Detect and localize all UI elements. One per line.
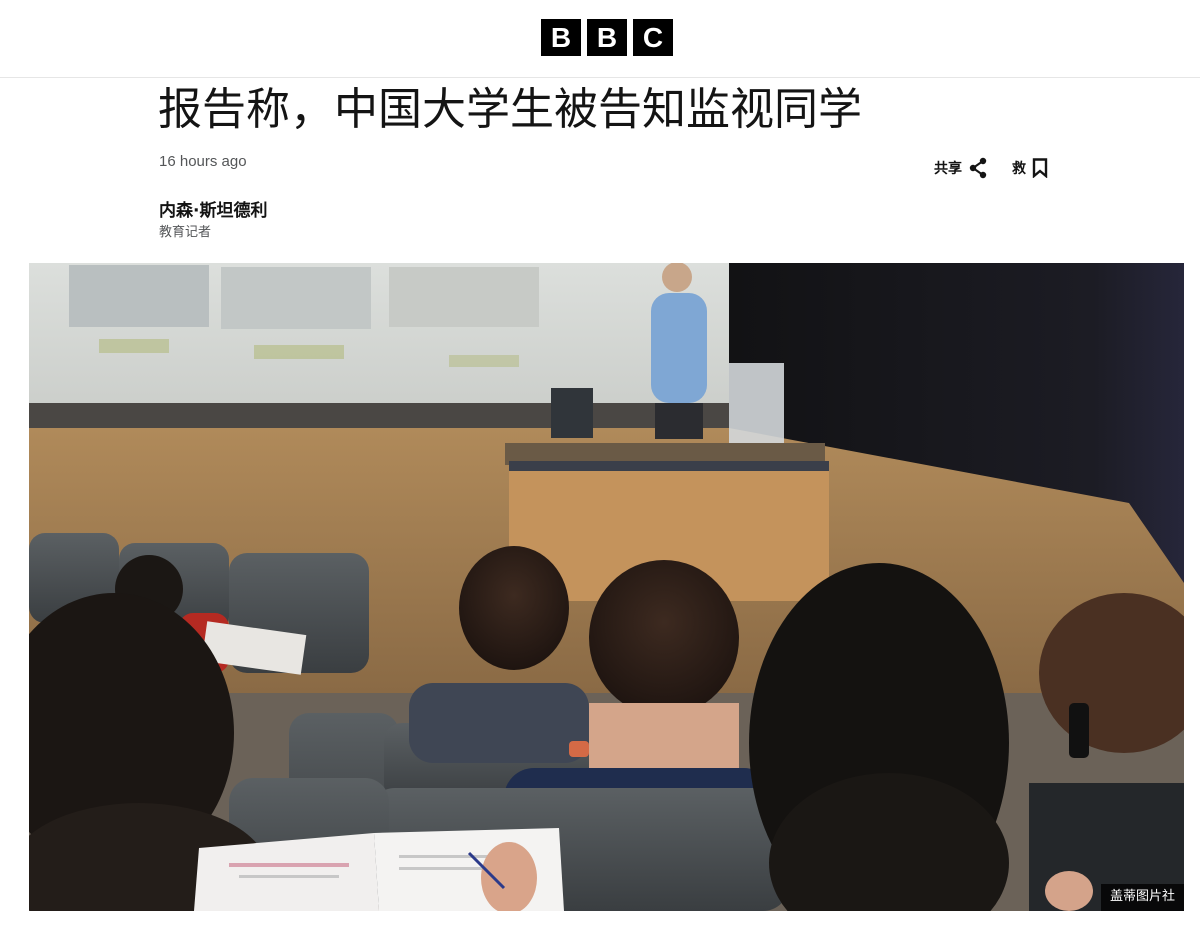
- share-icon: [968, 157, 988, 179]
- share-button[interactable]: 共享: [934, 157, 988, 179]
- bbc-logo[interactable]: B B C: [541, 19, 673, 56]
- save-label: 救: [1012, 161, 1026, 177]
- site-header: B B C: [0, 0, 1200, 78]
- hero-image: 盖蒂图片社: [29, 263, 1184, 911]
- logo-letter-c: C: [633, 19, 673, 56]
- image-credit: 盖蒂图片社: [1100, 884, 1184, 911]
- article-timestamp: 16 hours ago: [159, 153, 247, 170]
- article-headline: 报告称，中国大学生被告知监视同学: [158, 84, 862, 135]
- byline: 内森·斯坦德利 教育记者: [159, 200, 267, 242]
- share-label: 共享: [934, 161, 962, 177]
- save-button[interactable]: 救: [1012, 158, 1048, 178]
- author-role: 教育记者: [159, 225, 212, 240]
- bookmark-icon: [1032, 158, 1048, 178]
- article-actions: 共享 救: [934, 157, 1048, 179]
- author-name: 内森·斯坦德利: [159, 201, 268, 221]
- logo-letter-b1: B: [541, 19, 581, 56]
- logo-letter-b2: B: [587, 19, 627, 56]
- lecture-hall-photo: [29, 263, 1184, 911]
